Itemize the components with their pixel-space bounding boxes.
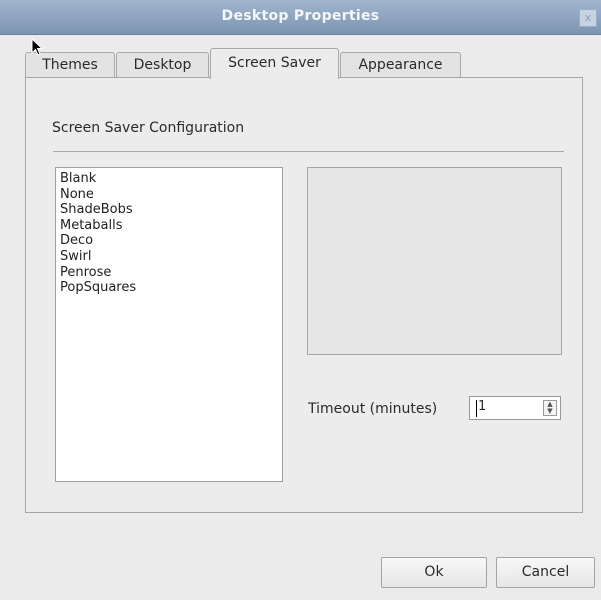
- screensaver-list[interactable]: Blank None ShadeBobs Metaballs Deco Swir…: [55, 167, 283, 482]
- cursor-icon: [31, 38, 44, 56]
- list-item[interactable]: Swirl: [60, 249, 278, 265]
- text-caret: [476, 400, 477, 417]
- close-icon[interactable]: x: [579, 9, 597, 27]
- cancel-button[interactable]: Cancel: [496, 557, 595, 588]
- ok-button[interactable]: Ok: [381, 557, 487, 588]
- window-title: Desktop Properties: [221, 8, 380, 24]
- desktop-properties-window: Desktop Properties x Themes Desktop Scre…: [0, 0, 601, 600]
- list-item[interactable]: None: [60, 187, 278, 203]
- screensaver-preview: [307, 167, 562, 355]
- tab-appearance[interactable]: Appearance: [340, 52, 461, 78]
- timeout-spinner[interactable]: 1 ▲ ▼: [469, 396, 561, 420]
- list-item[interactable]: PopSquares: [60, 280, 278, 296]
- list-item[interactable]: Blank: [60, 171, 278, 187]
- list-item[interactable]: Metaballs: [60, 218, 278, 234]
- title-bar[interactable]: Desktop Properties x: [0, 0, 601, 35]
- separator: [53, 151, 564, 152]
- list-item[interactable]: ShadeBobs: [60, 202, 278, 218]
- list-item[interactable]: Penrose: [60, 265, 278, 281]
- list-item[interactable]: Deco: [60, 233, 278, 249]
- tab-screen-saver[interactable]: Screen Saver: [210, 48, 339, 79]
- screen-saver-panel: Screen Saver Configuration Blank None Sh…: [25, 77, 583, 513]
- spinner-arrows-icon[interactable]: ▲ ▼: [543, 400, 557, 416]
- tab-desktop[interactable]: Desktop: [116, 52, 209, 78]
- timeout-label: Timeout (minutes): [308, 401, 438, 417]
- section-title: Screen Saver Configuration: [52, 120, 245, 136]
- timeout-value[interactable]: 1: [478, 399, 486, 414]
